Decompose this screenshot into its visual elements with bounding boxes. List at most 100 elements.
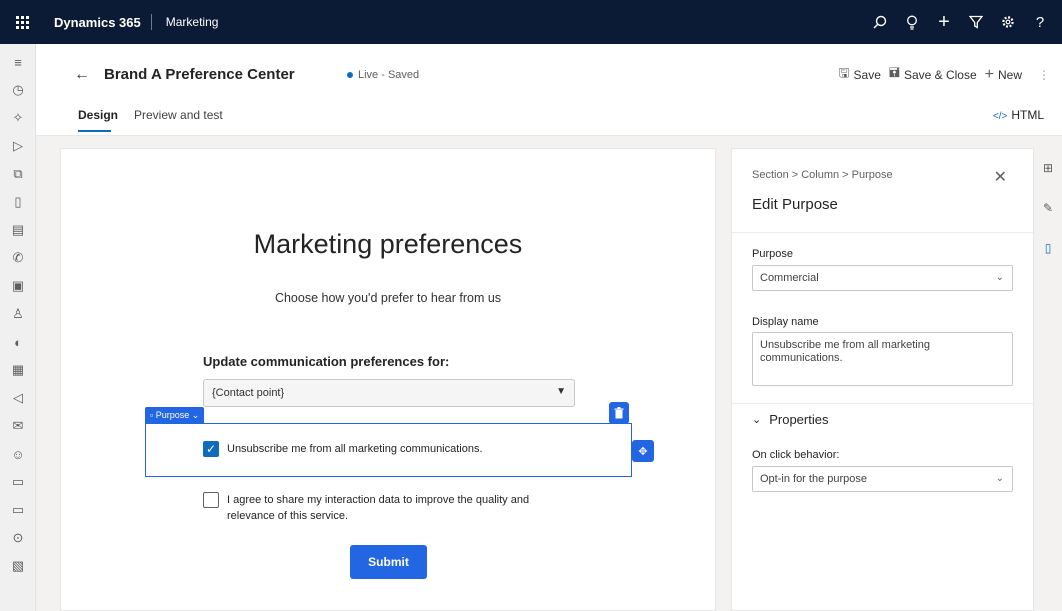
status-dot-icon [347,72,353,78]
consent-line-2: relevance of this service. [227,510,349,522]
email-icon[interactable]: ✉ [0,412,36,440]
back-arrow-icon[interactable]: ← [74,66,90,84]
document-icon[interactable]: ▯ [0,188,36,216]
purpose-block-tag[interactable]: ▫ Purpose ⌄ [145,407,205,423]
app-launcher-icon[interactable] [0,0,44,44]
help-icon[interactable]: ? [1024,6,1056,38]
breadcrumb: Section > Column > Purpose [752,169,893,181]
add-icon[interactable]: + [928,6,960,38]
save-close-button[interactable]: 🖬 Save & Close [889,64,977,86]
page-title: Brand A Preference Center [104,66,295,83]
phone-icon[interactable]: ✆ [0,244,36,272]
consent-label: I agree to share my interaction data to … [227,492,529,524]
divider [732,232,1033,233]
properties-icon[interactable]: ▯ [1034,228,1062,268]
unsubscribe-row: ✓ Unsubscribe me from all marketing comm… [203,441,483,457]
move-icon: ✥ [638,445,648,458]
form-icon[interactable]: ▣ [0,272,36,300]
chevron-down-icon: ⌄ [191,410,200,420]
consent-line-1: I agree to share my interaction data to … [227,494,530,506]
submit-button[interactable]: Submit [350,545,427,579]
save-icon: 🖫 [838,65,850,80]
play-icon[interactable]: ▷ [0,132,36,160]
journey-icon[interactable]: ⧉ [0,160,36,188]
segment-icon[interactable]: ◐ [0,328,36,356]
on-click-value: Opt-in for the purpose [760,473,868,485]
properties-panel: Section > Column > Purpose ✕ Edit Purpos… [731,148,1034,611]
save-close-label: Save & Close [903,68,977,82]
lightbulb-icon[interactable] [896,6,928,38]
unsubscribe-checkbox[interactable]: ✓ [203,441,219,457]
panel-title: Edit Purpose [752,196,838,213]
status-indicator: Live - Saved [347,69,419,81]
app-name[interactable]: Marketing [152,15,233,29]
megaphone-icon[interactable]: ◁ [0,384,36,412]
divider [732,403,1033,404]
block-icon: ▫ [150,410,154,420]
save-close-icon: 🖬 [888,65,900,80]
trash-icon [614,407,624,419]
html-toggle-button[interactable]: </> HTML [993,108,1044,122]
chevron-down-icon: ⌄ [752,414,762,426]
add-element-icon[interactable]: ⊞ [1034,148,1062,188]
chevron-down-icon: ⌄ [995,272,1004,283]
chevron-down-icon: ⌄ [995,473,1004,484]
search-icon[interactable] [864,6,896,38]
form-subtitle[interactable]: Choose how you'd prefer to hear from us [61,291,715,305]
consent-icon[interactable]: ⊙ [0,524,36,552]
top-bar: Dynamics 365 Marketing + ? [0,0,1062,44]
consent-row: I agree to share my interaction data to … [203,492,529,524]
html-label: HTML [1011,108,1044,122]
active-tab-indicator [78,130,111,132]
consent-checkbox[interactable] [203,492,219,508]
purpose-label: Purpose [752,248,793,260]
report-icon[interactable]: ▧ [0,552,36,580]
menu-icon[interactable]: ≡ [0,48,36,76]
left-nav-rail: ≡ ◷ ✧ ▷ ⧉ ▯ ▤ ✆ ▣ ♙ ◐ ▦ ◁ ✉ ☺ ▭ ▭ ⊙ ▧ [0,44,36,611]
event-icon[interactable]: ▭ [0,468,36,496]
tab-bar: Design Preview and test </> HTML [36,100,1062,136]
move-block-button[interactable]: ✥ [632,440,654,462]
tab-design[interactable]: Design [78,108,118,122]
session-icon[interactable]: ▭ [0,496,36,524]
status-text: Live - Saved [358,69,420,81]
pin-icon[interactable]: ✧ [0,104,36,132]
plus-icon: + [984,66,994,83]
tab-preview-and-test[interactable]: Preview and test [134,108,223,122]
recent-icon[interactable]: ◷ [0,76,36,104]
brand-name[interactable]: Dynamics 365 [44,15,151,30]
right-tool-strip: ⊞ ✎ ▯ [1034,148,1062,611]
display-name-label: Display name [752,316,819,328]
purpose-tag-label: Purpose [155,410,190,420]
new-label: New [997,68,1022,82]
unsubscribe-label: Unsubscribe me from all marketing commun… [227,443,483,455]
chevron-down-icon: ▼ [556,386,566,397]
display-name-textarea[interactable]: Unsubscribe me from all marketing commun… [752,332,1013,386]
more-options-icon[interactable]: ⋮ [1038,68,1050,82]
design-canvas[interactable]: Marketing preferences Choose how you'd p… [60,148,716,611]
purpose-value: Commercial [760,272,819,284]
properties-section-toggle[interactable]: ⌄ Properties [752,412,828,427]
contact-icon[interactable]: ♙ [0,300,36,328]
emoji-icon[interactable]: ☺ [0,440,36,468]
code-icon: </> [992,111,1008,122]
on-click-dropdown[interactable]: Opt-in for the purpose ⌄ [752,466,1013,492]
save-label: Save [853,68,881,82]
properties-label: Properties [769,412,829,427]
new-button[interactable]: + New [985,66,1022,84]
close-icon[interactable]: ✕ [994,167,1007,187]
update-preferences-label[interactable]: Update communication preferences for: [203,354,449,369]
filter-icon[interactable] [960,6,992,38]
contact-point-select[interactable]: {Contact point} ▼ [203,379,575,407]
list-icon[interactable]: ▦ [0,356,36,384]
settings-icon[interactable] [992,6,1024,38]
contact-point-value: {Contact point} [212,387,285,399]
command-bar: ← Brand A Preference Center Live - Saved… [36,44,1062,106]
delete-block-button[interactable] [609,402,629,424]
styles-icon[interactable]: ✎ [1034,188,1062,228]
save-button[interactable]: 🖫 Save [838,64,880,86]
purpose-dropdown[interactable]: Commercial ⌄ [752,265,1013,291]
calendar-icon[interactable]: ▤ [0,216,36,244]
form-title[interactable]: Marketing preferences [61,229,715,260]
on-click-label: On click behavior: [752,449,840,461]
